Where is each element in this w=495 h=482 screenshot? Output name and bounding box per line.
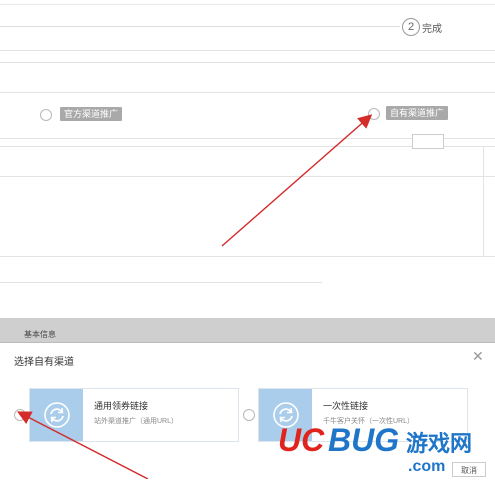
watermark-graphic: UC BUG 游戏网 .com [278, 422, 472, 475]
watermark-logo: UC BUG 游戏网 .com [278, 417, 493, 477]
svg-text:BUG: BUG [328, 422, 399, 458]
svg-text:.com: .com [408, 458, 445, 475]
svg-text:UC: UC [278, 422, 325, 458]
annotation-arrows [17, 114, 373, 479]
svg-text:游戏网: 游戏网 [406, 431, 472, 457]
arrow-to-own-channel [221, 114, 373, 247]
arrow-to-universal-link [17, 411, 149, 479]
